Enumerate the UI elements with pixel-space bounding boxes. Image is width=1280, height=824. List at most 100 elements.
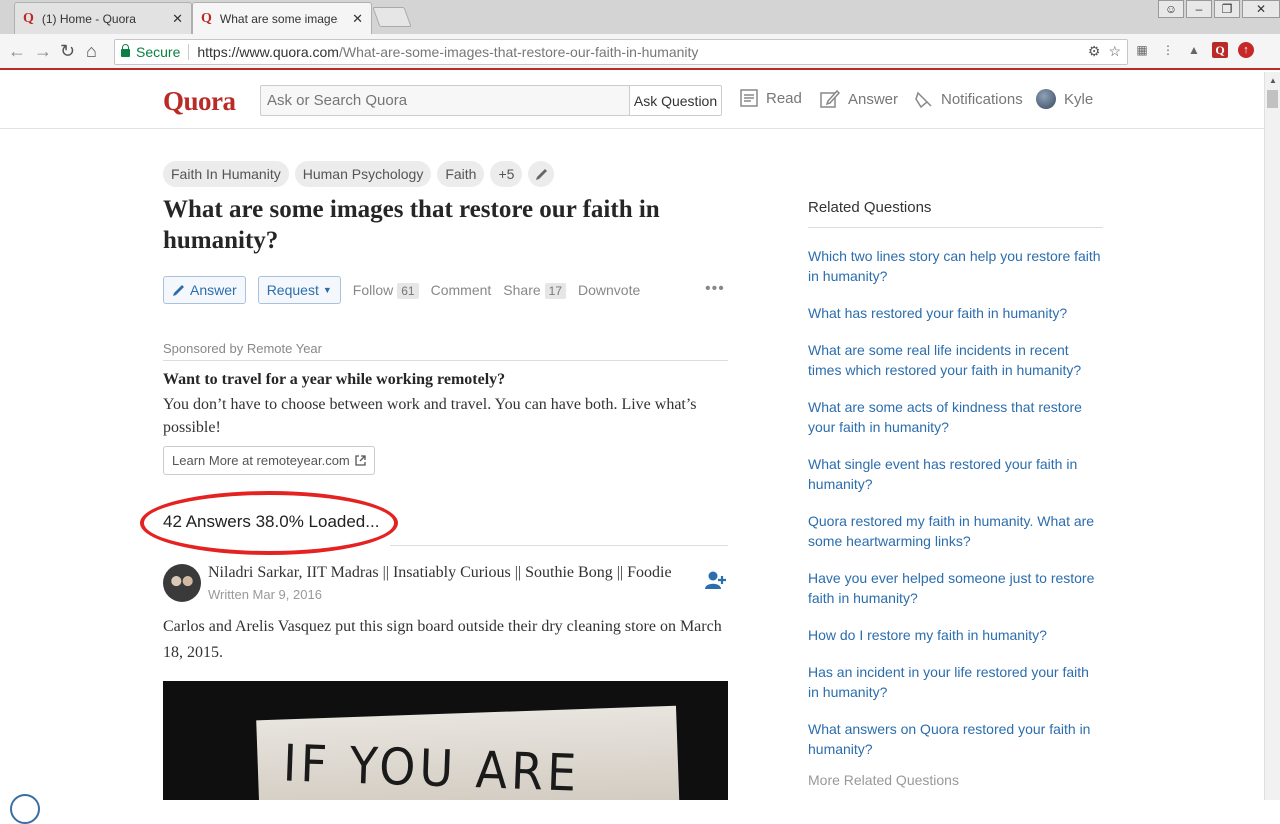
forward-icon[interactable]: → — [34, 41, 52, 62]
comment-button[interactable]: Comment — [431, 282, 492, 298]
minimize-icon[interactable]: – — [1186, 0, 1212, 18]
reload-icon[interactable]: ↻ — [60, 41, 75, 62]
question-title: What are some images that restore our fa… — [163, 196, 660, 254]
related-question-link[interactable]: What answers on Quora restored your fait… — [808, 719, 1103, 759]
extensions: ▦ ⋮ ▲ Q ↑ — [1134, 42, 1254, 58]
close-icon[interactable]: ✕ — [352, 11, 363, 27]
ad-button-label: Learn More at remoteyear.com — [172, 453, 350, 468]
home-icon[interactable]: ⌂ — [86, 41, 97, 62]
url-path: /What-are-some-images-that-restore-our-f… — [338, 44, 699, 60]
quora-extension-icon[interactable]: Q — [1212, 42, 1228, 58]
apps-icon[interactable]: ⋮ — [1160, 42, 1176, 58]
quora-header: Quora Ask Question Read Answer Notificat… — [0, 72, 1264, 129]
scroll-up-icon[interactable]: ▲ — [1269, 76, 1277, 85]
share-count: 17 — [544, 283, 566, 299]
browser-tab-bar: Q (1) Home - Quora ✕ Q What are some ima… — [0, 0, 1280, 34]
answer-text: Carlos and Arelis Vasquez put this sign … — [163, 618, 722, 661]
url-base: https://www.quora.com — [197, 44, 339, 60]
answer-pencil-icon — [820, 89, 840, 108]
divider — [390, 545, 728, 546]
nav-read-label: Read — [766, 89, 802, 107]
topic-tag[interactable]: Faith In Humanity — [163, 161, 289, 187]
topic-tag[interactable]: Faith — [437, 161, 485, 187]
share-button[interactable]: Share 17 — [503, 282, 566, 299]
nav-notifications-label: Notifications — [941, 90, 1023, 108]
sign-text: IF YOU ARE — [282, 733, 582, 800]
new-tab-button[interactable] — [372, 7, 412, 27]
chevron-down-icon: ▼ — [322, 285, 332, 295]
pencil-icon — [173, 284, 184, 296]
tab-title: What are some images that restore our fa… — [219, 11, 338, 26]
ad-title[interactable]: Want to travel for a year while working … — [163, 371, 505, 389]
related-question-link[interactable]: Have you ever helped someone just to res… — [808, 568, 1103, 608]
restore-icon[interactable]: ❐ — [1214, 0, 1240, 18]
tab-home[interactable]: Q (1) Home - Quora ✕ — [14, 2, 192, 34]
ask-question-button[interactable]: Ask Question — [629, 85, 722, 116]
follow-count: 61 — [397, 283, 419, 299]
user-avatar — [1036, 89, 1056, 109]
chat-badge-icon[interactable] — [10, 794, 40, 824]
nav-user-label: Kyle — [1064, 90, 1094, 108]
topic-tag[interactable]: Human Psychology — [294, 161, 432, 187]
related-question-link[interactable]: What are some acts of kindness that rest… — [808, 397, 1103, 437]
request-button[interactable]: Request ▼ — [257, 276, 341, 304]
quora-favicon-icon: Q — [23, 10, 34, 26]
quora-favicon-icon: Q — [201, 10, 212, 26]
related-question-link[interactable]: What are some real life incidents in rec… — [808, 340, 1103, 380]
notifications-bell-icon — [915, 91, 932, 109]
pencil-icon — [535, 168, 547, 180]
author-avatar[interactable] — [163, 564, 201, 602]
update-icon[interactable]: ↑ — [1238, 42, 1254, 58]
sponsor-label: Sponsored by Remote Year — [163, 341, 728, 361]
url-input[interactable]: Secure https://www.quora.com/What-are-so… — [114, 39, 1128, 65]
nav-read[interactable]: Read — [740, 89, 802, 107]
secure-indicator[interactable]: Secure — [115, 44, 180, 60]
scroll-thumb[interactable] — [1267, 90, 1278, 108]
tab-question[interactable]: Q What are some images that restore our … — [192, 2, 372, 34]
edit-topics-button[interactable] — [528, 161, 555, 187]
divider — [188, 44, 190, 60]
follow-user-icon[interactable] — [705, 570, 727, 595]
author-name[interactable]: Niladri Sarkar, IIT Madras || Insatiably… — [208, 564, 672, 582]
related-question-link[interactable]: Quora restored my faith in humanity. Wha… — [808, 511, 1103, 551]
window-controls: ☺ – ❐ ✕ — [1156, 0, 1280, 18]
annotation-ellipse — [140, 491, 398, 555]
answer-button-label: Answer — [190, 282, 237, 298]
nav-answer[interactable]: Answer — [820, 89, 898, 109]
tab-title: (1) Home - Quora — [41, 11, 136, 26]
profile-icon[interactable]: ☺ — [1158, 0, 1184, 18]
more-options-icon[interactable]: ••• — [705, 280, 725, 298]
answer-image[interactable]: IF YOU ARE — [163, 681, 728, 800]
window-close-icon[interactable]: ✕ — [1242, 0, 1280, 18]
extension-icon[interactable]: ▦ — [1134, 42, 1150, 58]
bookmark-star-icon[interactable]: ☆ — [1108, 43, 1121, 60]
nav-user[interactable]: Kyle — [1036, 89, 1093, 109]
search-input[interactable] — [260, 85, 630, 116]
related-question-link[interactable]: Which two lines story can help you resto… — [808, 246, 1103, 286]
follow-button[interactable]: Follow 61 — [353, 282, 419, 299]
related-question-link[interactable]: Has an incident in your life restored yo… — [808, 662, 1103, 702]
translate-icon[interactable]: ⚙ — [1088, 43, 1101, 60]
related-question-link[interactable]: What has restored your faith in humanity… — [808, 303, 1103, 323]
request-button-label: Request — [266, 282, 319, 298]
url-text: https://www.quora.com/What-are-some-imag… — [197, 44, 698, 60]
nav-notifications[interactable]: Notifications — [915, 89, 1023, 109]
add-user-icon — [705, 571, 726, 589]
close-icon[interactable]: ✕ — [172, 11, 183, 27]
related-question-link[interactable]: How do I restore my faith in humanity? — [808, 625, 1103, 645]
quora-logo[interactable]: Quora — [163, 86, 236, 117]
secure-label: Secure — [136, 44, 181, 60]
extension-arrow-icon[interactable]: ▲ — [1186, 42, 1202, 58]
answer-date[interactable]: Written Mar 9, 2016 — [208, 587, 322, 602]
external-link-icon — [355, 455, 366, 466]
related-question-link[interactable]: What single event has restored your fait… — [808, 454, 1103, 494]
back-icon[interactable]: ← — [8, 41, 26, 62]
downvote-button[interactable]: Downvote — [578, 282, 640, 298]
topic-more[interactable]: +5 — [490, 161, 523, 187]
ad-learn-more-button[interactable]: Learn More at remoteyear.com — [163, 446, 375, 475]
answer-button[interactable]: Answer — [163, 276, 246, 304]
related-questions-title: Related Questions — [808, 199, 1103, 228]
more-related-questions-link[interactable]: More Related Questions — [808, 772, 959, 788]
page-scrollbar[interactable]: ▲ — [1264, 72, 1280, 800]
topic-list: Faith In Humanity Human Psychology Faith… — [163, 161, 555, 187]
